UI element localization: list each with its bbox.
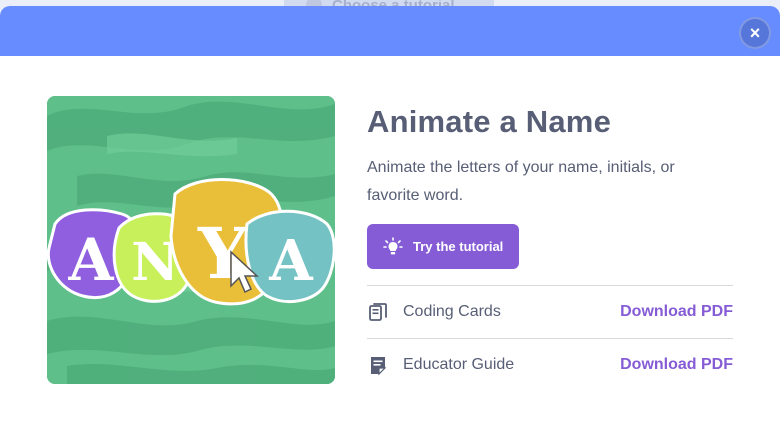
- tutorial-title: Animate a Name: [367, 104, 612, 139]
- resource-row-coding-cards: Coding Cards Download PDF: [367, 285, 733, 338]
- modal-header: ×: [0, 6, 780, 56]
- tutorial-thumbnail: A N Y A: [47, 96, 335, 384]
- resource-label: Educator Guide: [403, 356, 515, 373]
- try-tutorial-button[interactable]: Try the tutorial: [367, 224, 520, 269]
- download-pdf-link[interactable]: Download PDF: [620, 356, 733, 374]
- download-pdf-link[interactable]: Download PDF: [620, 303, 733, 321]
- try-tutorial-label: Try the tutorial: [413, 239, 504, 254]
- resource-list: Coding Cards Download PDF Educator Guide…: [367, 285, 733, 391]
- guide-icon: [371, 357, 387, 376]
- resource-label: Coding Cards: [403, 303, 501, 320]
- svg-text:A: A: [268, 228, 314, 294]
- close-icon: ×: [749, 22, 761, 43]
- tutorial-modal: × A N Y A Animate a Name Animate the let…: [0, 6, 780, 422]
- tutorial-details: Animate a Name Animate the letters of yo…: [367, 104, 733, 391]
- resource-row-educator-guide: Educator Guide Download PDF: [367, 338, 733, 391]
- svg-text:A: A: [67, 226, 114, 294]
- letter-a2: A: [244, 209, 335, 303]
- cards-icon: [369, 303, 387, 321]
- tutorial-description: Animate the letters of your name, initia…: [367, 159, 675, 204]
- lightbulb-icon: [383, 236, 403, 254]
- thumbnail-illustration: A N Y A: [47, 96, 335, 384]
- close-button[interactable]: ×: [739, 17, 771, 49]
